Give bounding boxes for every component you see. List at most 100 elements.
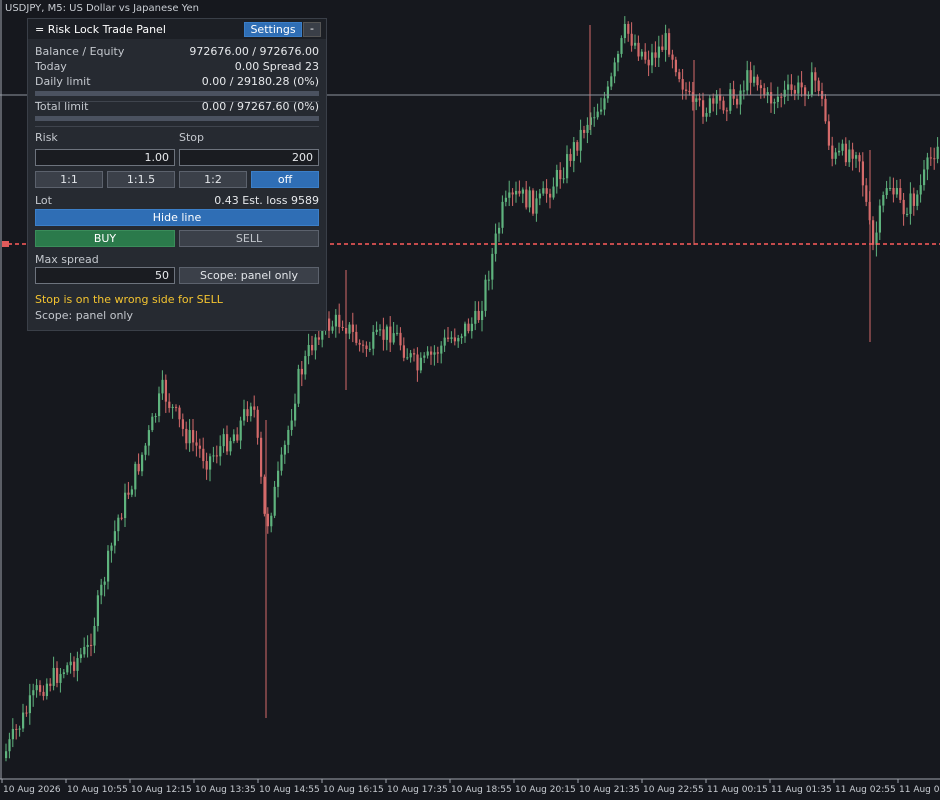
candle-body xyxy=(338,314,341,327)
candle-body xyxy=(433,352,436,355)
candle-body xyxy=(236,434,239,441)
candle-body xyxy=(134,463,137,490)
candle-body xyxy=(640,51,643,57)
hide-line-button[interactable]: Hide line xyxy=(35,209,319,226)
candle-body xyxy=(511,192,514,195)
candle-body xyxy=(389,326,392,343)
candle-body xyxy=(467,323,470,332)
candle-body xyxy=(28,695,31,714)
candle-body xyxy=(385,326,388,340)
buy-button[interactable]: BUY xyxy=(35,230,175,247)
time-label: 10 Aug 13:35 xyxy=(195,785,256,795)
time-label: 10 Aug 14:55 xyxy=(259,785,320,795)
candle-body xyxy=(668,33,671,55)
candle-body xyxy=(851,149,854,159)
candle-body xyxy=(892,187,895,195)
time-label: 10 Aug 10:55 xyxy=(67,785,128,795)
candle-body xyxy=(623,23,626,39)
candle-body xyxy=(545,188,548,194)
candle-body xyxy=(627,23,630,34)
rr-1-1-button[interactable]: 1:1 xyxy=(35,171,103,188)
candle-body xyxy=(909,193,912,214)
balance-label: Balance / Equity xyxy=(35,45,125,58)
rr-1-1.5-button[interactable]: 1:1.5 xyxy=(107,171,175,188)
total-limit-bar xyxy=(35,116,319,121)
candle-body xyxy=(814,72,817,81)
candle-body xyxy=(25,712,28,714)
candle-body xyxy=(253,406,256,410)
candle-body xyxy=(742,90,745,92)
chart-title: USDJPY, M5: US Dollar vs Japanese Yen xyxy=(5,3,199,14)
candle-body xyxy=(450,337,453,339)
time-label: 10 Aug 17:35 xyxy=(387,785,448,795)
candle-body xyxy=(882,195,885,206)
candle-body xyxy=(440,345,443,354)
candle-body xyxy=(732,89,735,99)
rr-off-button[interactable]: off xyxy=(251,171,319,188)
candle-body xyxy=(232,434,235,442)
candle-body xyxy=(912,193,915,206)
candle-body xyxy=(800,82,803,88)
candle-body xyxy=(277,470,280,487)
candle-body xyxy=(351,324,354,332)
candle-body xyxy=(372,331,375,349)
candle-body xyxy=(746,70,749,91)
candle-body xyxy=(936,146,939,159)
candle-body xyxy=(617,53,620,63)
candle-body xyxy=(185,428,188,444)
lot-value: 0.43 Est. loss 9589 xyxy=(214,194,319,207)
candle-body xyxy=(600,109,603,112)
candle-body xyxy=(317,337,320,340)
trade-panel[interactable]: = Risk Lock Trade Panel Settings - Balan… xyxy=(27,18,327,331)
candle-body xyxy=(124,492,127,519)
panel-header[interactable]: = Risk Lock Trade Panel Settings - xyxy=(28,19,326,39)
candle-body xyxy=(79,654,82,659)
candle-body xyxy=(365,345,368,349)
candle-body xyxy=(56,667,59,683)
candle-body xyxy=(49,683,52,686)
candle-body xyxy=(130,489,133,495)
time-label: 10 Aug 20:15 xyxy=(515,785,576,795)
candle-body xyxy=(283,444,286,455)
candle-body xyxy=(559,169,562,180)
candle-body xyxy=(307,345,310,357)
time-axis: 10 Aug 2026 10 Aug 10:55 10 Aug 12:15 10 Au… xyxy=(1,779,940,795)
candle-body xyxy=(715,94,718,104)
candle-body xyxy=(603,98,606,110)
candle-body xyxy=(164,379,167,402)
candle-body xyxy=(790,84,793,90)
candle-body xyxy=(59,674,62,683)
candle-body xyxy=(304,356,307,375)
candle-body xyxy=(399,332,402,346)
candle-body xyxy=(300,368,303,375)
candle-body xyxy=(688,90,691,93)
candle-body xyxy=(379,329,382,331)
candle-body xyxy=(18,728,21,730)
sell-button[interactable]: SELL xyxy=(179,230,319,247)
settings-button[interactable]: Settings xyxy=(244,22,302,37)
rr-1-2-button[interactable]: 1:2 xyxy=(179,171,247,188)
max-spread-input[interactable]: 50 xyxy=(35,267,175,284)
candle-body xyxy=(447,337,450,339)
candle-body xyxy=(484,279,487,311)
stop-line-handle[interactable] xyxy=(2,241,9,247)
lot-label: Lot xyxy=(35,194,52,207)
candle-body xyxy=(885,188,888,196)
candle-body xyxy=(93,625,96,646)
candle-body xyxy=(368,348,371,350)
candle-body xyxy=(22,712,25,729)
candle-body xyxy=(810,72,813,96)
candle-body xyxy=(637,42,640,57)
time-label: 11 Aug 01:35 xyxy=(771,785,832,795)
candle-body xyxy=(141,454,144,472)
stop-input[interactable]: 200 xyxy=(179,149,319,166)
scope-button[interactable]: Scope: panel only xyxy=(179,267,319,284)
candle-body xyxy=(481,310,484,321)
risk-input[interactable]: 1.00 xyxy=(35,149,175,166)
candle-body xyxy=(328,318,331,331)
candle-body xyxy=(487,279,490,281)
candle-body xyxy=(294,403,297,421)
candle-body xyxy=(430,351,433,355)
lot-row: Lot 0.43 Est. loss 9589 xyxy=(35,194,319,208)
minimize-button[interactable]: - xyxy=(303,22,321,37)
